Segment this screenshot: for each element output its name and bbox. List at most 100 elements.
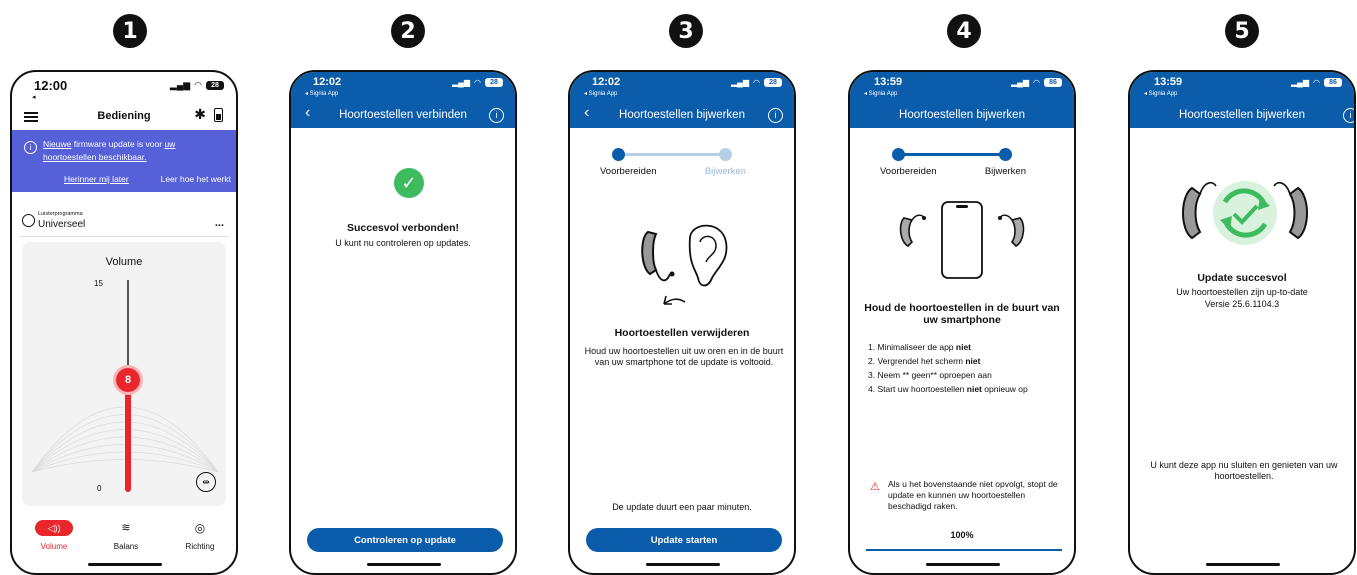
instruction-text: Houd uw hoortoestellen uit uw oren en in… [584, 346, 784, 367]
list-item: 1. Minimaliseer de app niet [868, 342, 972, 352]
clock: 13:59 [874, 76, 903, 88]
tab-balance[interactable]: ≋ Balans [106, 520, 146, 551]
duration-note: De update duurt een paar minuten. [612, 502, 752, 512]
bluetooth-icon[interactable]: ✱ [194, 106, 206, 123]
battery-icon: 28 [485, 78, 503, 87]
battery-device-icon[interactable] [214, 108, 223, 122]
start-update-button[interactable]: Update starten [586, 528, 782, 552]
status-icons: ▂▄▆ ◠ 86 [1291, 78, 1342, 87]
wifi-icon: ◠ [474, 78, 481, 87]
page-title: Hoortoestellen bijwerken [619, 109, 745, 121]
phone-screen-4: 13:59 ◂ Signia App ▂▄▆ ◠ 86 Hoortoestell… [848, 70, 1076, 575]
battery-icon: 28 [764, 78, 782, 87]
volume-fill [125, 390, 131, 492]
ear-hearing-aid-illustration [641, 224, 728, 305]
app-header: 12:02 ◂ Signia App ▂▄▆ ◠ 28 ‹ Hoortoeste… [570, 72, 794, 128]
step-dot-update [719, 148, 732, 161]
status-icons: ▂▄▆ ◠ 28 [452, 78, 503, 87]
page-title: Hoortoestellen bijwerken [1179, 109, 1305, 121]
volume-title: Volume [105, 256, 143, 268]
section-heading: Houd de hoortoestellen in de buurt van u… [864, 302, 1060, 326]
phone-hearing-aids-illustration [899, 201, 1025, 279]
progress-fill [866, 549, 1062, 551]
firmware-banner: i Nieuwe firmware update is voor uw hoor… [12, 130, 236, 192]
home-indicator [646, 563, 720, 566]
back-to-app[interactable]: ◂ Signia App [305, 90, 338, 97]
progress-label: 100% [950, 530, 974, 540]
update-success-illustration [1182, 181, 1308, 245]
scale-max: 15 [94, 279, 103, 288]
signal-icon: ▂▄▆ [1011, 78, 1030, 87]
step-label-prepare: Voorbereiden [600, 166, 657, 177]
banner-link-new[interactable]: Nieuwe [43, 139, 71, 149]
tab-direction[interactable]: ◎ Richting [180, 520, 220, 551]
learn-how-link[interactable]: Leer hoe het werkt [161, 174, 231, 184]
battery-icon: 86 [1324, 78, 1342, 87]
tab-label-balance: Balans [113, 542, 139, 551]
step-label-update: Bijwerken [704, 166, 746, 177]
split-volume-icon[interactable]: ⇹ [196, 472, 216, 492]
check-circle-icon: ✓ [394, 168, 424, 198]
globe-icon [22, 214, 35, 227]
phone-screen-1: 12:00 ◂ ▂▄▆ ◠ 28 Bediening ✱ i Nieuwe fi… [10, 70, 238, 575]
banner-text: firmware update is voor [73, 139, 163, 149]
speaker-icon: ◁)) [35, 520, 73, 536]
battery-icon: 28 [206, 81, 224, 90]
volume-handle[interactable]: 8 [116, 368, 140, 392]
step-dot-update [999, 148, 1012, 161]
status-icons: ▂▄▆ ◠ 28 [731, 78, 782, 87]
check-update-button[interactable]: Controleren op update [307, 528, 503, 552]
home-indicator [1206, 563, 1280, 566]
home-indicator [926, 563, 1000, 566]
step-badge-1: 1 [113, 14, 147, 48]
status-icons: ▂▄▆ ◠ 28 [170, 80, 224, 91]
list-item: 2. Vergrendel het scherm niet [868, 356, 981, 366]
status-icons: ▂▄▆ ◠ 86 [1011, 78, 1062, 87]
info-icon[interactable]: i [1343, 108, 1354, 123]
tab-volume[interactable]: ◁)) Volume [34, 520, 74, 551]
app-header: 13:59 ◂ Signia App ▂▄▆ ◠ 86 Hoortoestell… [850, 72, 1074, 128]
list-item: 3. Neem ** geen** oproepen aan [868, 370, 992, 380]
info-icon[interactable]: i [768, 108, 783, 123]
volume-card: Volume 15 0 8 ⇹ [22, 242, 226, 506]
info-icon[interactable]: i [489, 108, 504, 123]
signal-icon: ▂▄▆ [169, 80, 191, 90]
phone-screen-2: 12:02 ◂ Signia App ▂▄▆ ◠ 28 ‹ Hoortoeste… [289, 70, 517, 575]
instruction-list: 1. Minimaliseer de app niet 2. Vergrende… [868, 340, 1064, 396]
progress-stepper: Voorbereiden Bijwerken [600, 148, 746, 178]
app-header: 12:02 ◂ Signia App ▂▄▆ ◠ 28 ‹ Hoortoeste… [291, 72, 515, 128]
clock: 13:59 [1154, 76, 1183, 88]
success-subtitle: U kunt nu controleren op updates. [335, 238, 471, 248]
clock: 12:02 [592, 76, 621, 88]
tab-label-volume: Volume [40, 542, 68, 551]
app-header: 13:59 ◂ Signia App ▂▄▆ ◠ 86 Hoortoestell… [1130, 72, 1354, 128]
phone-screen-5: 13:59 ◂ Signia App ▂▄▆ ◠ 86 Hoortoestell… [1128, 70, 1356, 575]
stepper-fill [898, 153, 1006, 156]
back-to-app[interactable]: ◂ Signia App [864, 90, 897, 97]
warning-text: Als u het bovenstaande niet opvolgt, sto… [888, 479, 1058, 511]
back-to-app[interactable]: ◂ Signia App [1144, 90, 1177, 97]
clock: 12:00 [34, 78, 68, 93]
wifi-icon: ◠ [1313, 78, 1320, 87]
wifi-icon: ◠ [194, 80, 202, 90]
remind-later-link[interactable]: Herinner mij later [64, 174, 129, 184]
more-icon[interactable]: ... [215, 217, 224, 229]
program-value: Universeel [38, 219, 86, 230]
program-selector[interactable]: Luisterprogramma Universeel ... [20, 206, 228, 237]
battery-icon: 86 [1044, 78, 1062, 87]
close-app-text: U kunt deze app nu sluiten en genieten v… [1150, 460, 1338, 481]
step-badge-3: 3 [669, 14, 703, 48]
signal-icon: ▂▄▆ [452, 78, 471, 87]
step-label-update: Bijwerken [984, 166, 1026, 177]
back-to-app[interactable]: ◂ Signia App [584, 90, 617, 97]
step-badge-5: 5 [1225, 14, 1259, 48]
page-title: Hoortoestellen bijwerken [899, 109, 1025, 121]
wifi-icon: ◠ [753, 78, 760, 87]
home-indicator [367, 563, 441, 566]
success-title: Succesvol verbonden! [346, 222, 460, 234]
wifi-icon: ◠ [1033, 78, 1040, 87]
list-item: 4. Start uw hoortoestellen niet opnieuw … [868, 384, 1028, 394]
success-heading: Update succesvol [1197, 272, 1287, 284]
page-title: Hoortoestellen verbinden [339, 109, 467, 121]
phone-screen-3: 12:02 ◂ Signia App ▂▄▆ ◠ 28 ‹ Hoortoeste… [568, 70, 796, 575]
